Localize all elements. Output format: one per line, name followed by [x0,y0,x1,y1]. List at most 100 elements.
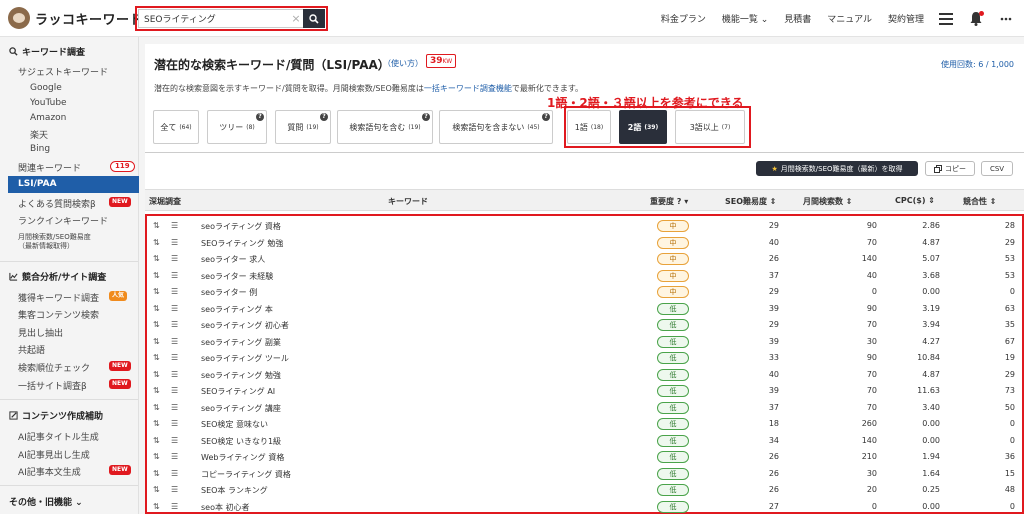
bell-icon[interactable] [968,10,984,27]
dig-icon[interactable]: ⇅ [153,254,160,263]
csv-button[interactable]: CSV [981,161,1013,176]
list-icon[interactable]: ☰ [171,271,178,280]
nav-pricing[interactable]: 料金プラン [661,12,706,25]
copy-button[interactable]: コピー [925,161,975,176]
col-importance[interactable]: 重要度 ? ▾ [650,196,688,207]
sidebar-item-headings[interactable]: 見出し抽出 [18,326,63,339]
dig-icon[interactable]: ⇅ [153,271,160,280]
list-icon[interactable]: ☰ [171,485,178,494]
logo[interactable]: ラッコキーワード [8,7,143,29]
help-icon[interactable]: ? [542,113,550,121]
keyword-cell[interactable]: seoライター 未経験 [201,271,273,282]
list-icon[interactable]: ☰ [171,419,178,428]
sidebar-item-ai-body[interactable]: AI記事本文生成 [18,465,81,478]
tab-all[interactable]: 全て (64) [153,110,199,144]
dig-icon[interactable]: ⇅ [153,502,160,511]
dig-icon[interactable]: ⇅ [153,452,160,461]
menu-icon[interactable] [938,11,954,27]
help-icon[interactable]: ? [256,113,264,121]
col-seo[interactable]: SEO難易度 ⇕ [725,196,777,207]
dig-icon[interactable]: ⇅ [153,403,160,412]
sidebar-item-ai-title[interactable]: AI記事タイトル生成 [18,430,99,443]
dig-icon[interactable]: ⇅ [153,419,160,428]
tab-contains[interactable]: 検索語句を含む (19)? [337,110,433,144]
sidebar-item-content-search[interactable]: 集客コンテンツ検索 [18,308,99,321]
sidebar-item-google[interactable]: Google [30,83,62,93]
sidebar-item-bulk-site[interactable]: 一括サイト調査β [18,379,87,392]
keyword-cell[interactable]: seoライティング ツール [201,353,289,364]
keyword-cell[interactable]: seo本 初心者 [201,502,250,513]
list-icon[interactable]: ☰ [171,403,178,412]
sidebar-section-other[interactable]: その他・旧機能 ⌄ [9,495,83,508]
list-icon[interactable]: ☰ [171,254,178,263]
dig-icon[interactable]: ⇅ [153,386,160,395]
sidebar-item-cooccur[interactable]: 共起語 [18,343,45,356]
keyword-cell[interactable]: SEO検定 意味ない [201,419,268,430]
nav-features[interactable]: 機能一覧 ⌄ [722,12,768,25]
keyword-cell[interactable]: seoライター 求人 [201,254,265,265]
dig-icon[interactable]: ⇅ [153,469,160,478]
sidebar-item-acquired[interactable]: 獲得キーワード調査 [18,291,99,304]
dig-icon[interactable]: ⇅ [153,353,160,362]
dig-icon[interactable]: ⇅ [153,320,160,329]
keyword-cell[interactable]: seoライター 例 [201,287,257,298]
list-icon[interactable]: ☰ [171,452,178,461]
col-competition[interactable]: 競合性 ⇕ [963,196,997,207]
sidebar-item-youtube[interactable]: YouTube [30,98,67,108]
keyword-cell[interactable]: SEO本 ランキング [201,485,268,496]
list-icon[interactable]: ☰ [171,353,178,362]
keyword-cell[interactable]: seoライティング 本 [201,304,273,315]
dig-icon[interactable]: ⇅ [153,436,160,445]
dig-icon[interactable]: ⇅ [153,287,160,296]
sidebar-item-lsi[interactable]: LSI/PAA [8,176,139,193]
col-cpc[interactable]: CPC($) ⇕ [895,196,935,205]
keyword-cell[interactable]: seoライティング 資格 [201,221,281,232]
list-icon[interactable]: ☰ [171,320,178,329]
dig-icon[interactable]: ⇅ [153,337,160,346]
sidebar-item-related[interactable]: 関連キーワード [18,161,81,174]
keyword-cell[interactable]: SEOライティング 勉強 [201,238,283,249]
dig-icon[interactable]: ⇅ [153,238,160,247]
col-volume[interactable]: 月間検索数 ⇕ [803,196,853,207]
keyword-cell[interactable]: Webライティング 資格 [201,452,284,463]
list-icon[interactable]: ☰ [171,337,178,346]
nav-manual[interactable]: マニュアル [827,12,872,25]
keyword-cell[interactable]: seoライティング 講座 [201,403,281,414]
usage-link[interactable]: （使い方） [383,58,423,69]
keyword-cell[interactable]: コピーライティング 資格 [201,469,291,480]
list-icon[interactable]: ☰ [171,221,178,230]
list-icon[interactable]: ☰ [171,370,178,379]
bulk-keyword-link[interactable]: 一括キーワード調査機能 [424,84,512,93]
dig-icon[interactable]: ⇅ [153,221,160,230]
nav-quote[interactable]: 見積書 [784,12,811,25]
list-icon[interactable]: ☰ [171,386,178,395]
sidebar-item-rank-check[interactable]: 検索順位チェック [18,361,90,374]
clear-icon[interactable]: × [289,9,303,28]
fetch-latest-button[interactable]: ★ 月間検索数/SEO難易度（最新）を取得 [756,161,918,176]
list-icon[interactable]: ☰ [171,304,178,313]
sidebar-item-rakuten[interactable]: 楽天 [30,128,48,141]
tab-question[interactable]: 質問 (19)? [275,110,331,144]
list-icon[interactable]: ☰ [171,469,178,478]
tab-not-contains[interactable]: 検索語句を含まない (45)? [439,110,553,144]
sidebar-item-ai-heading[interactable]: AI記事見出し生成 [18,448,90,461]
list-icon[interactable]: ☰ [171,287,178,296]
list-icon[interactable]: ☰ [171,502,178,511]
keyword-cell[interactable]: SEO検定 いきなり1級 [201,436,281,447]
keyword-cell[interactable]: seoライティング 勉強 [201,370,281,381]
keyword-cell[interactable]: seoライティング 初心者 [201,320,289,331]
sidebar-item-rankin[interactable]: ランクインキーワード [18,214,108,227]
nav-contract[interactable]: 契約管理 [888,12,924,25]
dig-icon[interactable]: ⇅ [153,370,160,379]
search-input[interactable] [138,9,289,28]
help-icon[interactable]: ? [422,113,430,121]
sidebar-item-suggest[interactable]: サジェストキーワード [18,65,108,78]
dig-icon[interactable]: ⇅ [153,485,160,494]
search-button[interactable] [303,9,325,28]
tab-tree[interactable]: ツリー (8)? [207,110,267,144]
keyword-cell[interactable]: seoライティング 副業 [201,337,281,348]
list-icon[interactable]: ☰ [171,238,178,247]
sidebar-item-bing[interactable]: Bing [30,144,50,154]
dig-icon[interactable]: ⇅ [153,304,160,313]
sidebar-item-faq[interactable]: よくある質問検索β [18,197,96,210]
